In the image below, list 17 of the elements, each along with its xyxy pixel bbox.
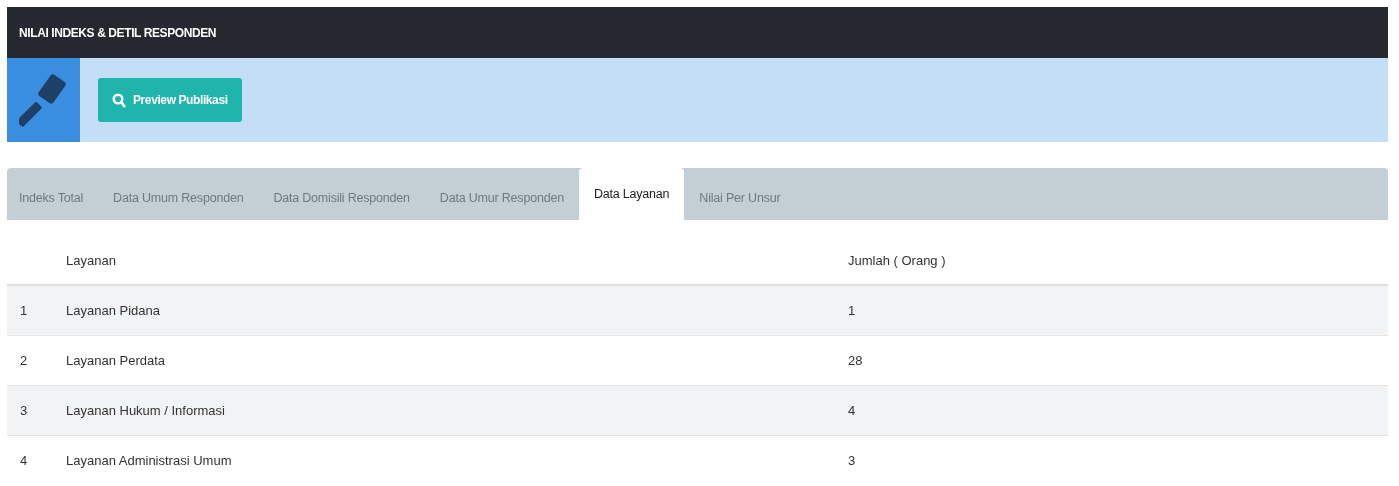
tab[interactable]: Data Layanan [578,168,685,220]
table-cell: Layanan Pidana [65,285,847,336]
table-cell: 4 [847,385,1388,436]
tab[interactable]: Indeks Total [7,176,99,220]
table-cell: 3 [7,385,65,436]
table-cell: 1 [7,285,65,336]
table-cell: 1 [847,285,1388,336]
tab[interactable]: Data Domisili Responden [258,176,425,220]
tab[interactable]: Nilai Per Unsur [684,176,796,220]
preview-button[interactable]: Preview Publikasi [98,78,242,122]
page-title: NILAI INDEKS & DETIL RESPONDEN [19,25,217,40]
table-cell: Layanan Hukum / Informasi [65,385,847,436]
table-cell: Layanan Administrasi Umum [65,435,847,485]
tab[interactable]: Data Umur Responden [424,176,579,220]
tab[interactable]: Data Umum Responden [98,176,259,220]
table-cell: 4 [7,435,65,485]
table-cell: 3 [847,435,1388,485]
